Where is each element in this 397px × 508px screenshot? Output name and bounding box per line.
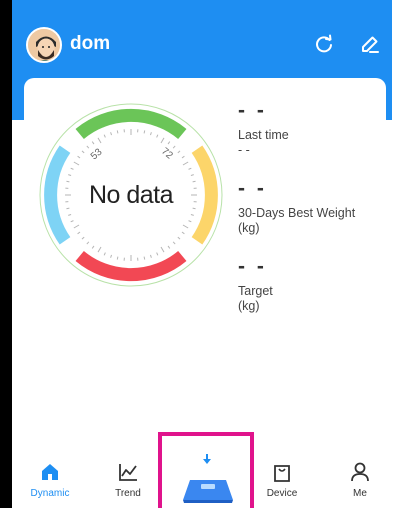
stat-value: - - (238, 99, 267, 122)
gauge-tick (190, 174, 194, 177)
user-avatar[interactable] (26, 27, 62, 63)
gauge-tick (190, 213, 194, 216)
gauge-tick (77, 155, 81, 159)
gauge-tick (97, 137, 102, 144)
stat-label: Target (238, 284, 273, 298)
gauge-tick (103, 252, 106, 256)
trend-chart-icon (119, 464, 137, 481)
stat-value: - - (238, 177, 267, 200)
gauge-tick (181, 155, 185, 159)
gauge-tick (70, 167, 74, 170)
gauge-tick (172, 241, 176, 245)
gauge-tick (160, 137, 165, 144)
gauge-tick (182, 224, 189, 229)
app-screen: dom 53 72 No data - - Last time - - - - … (0, 0, 397, 508)
gauge-tick (86, 145, 90, 149)
stat-sub: (kg) (238, 299, 260, 313)
stat-sub: (kg) (238, 221, 260, 235)
edit-icon (362, 36, 379, 53)
username-label: dom (70, 33, 111, 54)
gauge-tick (110, 132, 113, 136)
arrow-down-icon (203, 454, 211, 464)
gauge-tick (68, 213, 72, 216)
nav-me-label: Me (353, 488, 367, 499)
stat-last-time: - - Last time - - (238, 100, 289, 158)
home-icon (42, 464, 58, 480)
stat-label: Last time (238, 128, 289, 142)
gauge-tick (181, 231, 185, 235)
gauge-tick (77, 231, 81, 235)
scale-icon (183, 480, 233, 503)
gauge-tick (188, 220, 192, 223)
gauge-tick (149, 254, 152, 258)
gauge-tick (68, 174, 72, 177)
nav-trend-label: Trend (115, 488, 141, 499)
gauge-status-text: No data (88, 181, 174, 209)
gauge-tick (143, 256, 146, 260)
gauge-tick (91, 141, 95, 145)
gauge-tick-label-right: 72 (159, 146, 175, 162)
gauge-tick (81, 236, 85, 240)
gauge-tick (156, 134, 159, 138)
gauge-tick (160, 246, 165, 253)
gauge-tick (182, 161, 189, 166)
window-edge (0, 0, 12, 508)
weight-summary-card: 53 72 No data - - Last time - - - - 30-D… (24, 78, 386, 450)
gauge-tick (81, 150, 85, 154)
stat-target: - - Target (kg) (238, 256, 273, 314)
nav-dynamic-label: Dynamic (30, 488, 70, 499)
gauge-tick (110, 254, 113, 258)
person-icon (351, 462, 369, 482)
nav-device[interactable]: Device (252, 460, 312, 499)
stat-best-weight: - - 30-Days Best Weight (kg) (238, 178, 355, 236)
nav-dynamic[interactable]: Dynamic (20, 460, 80, 499)
shopping-bag-icon (274, 465, 290, 482)
gauge-tick (86, 241, 90, 245)
edit-button[interactable] (357, 32, 383, 58)
gauge-tick (116, 130, 119, 134)
nav-me[interactable]: Me (330, 460, 390, 499)
gauge-tick (103, 134, 106, 138)
nav-device-label: Device (266, 488, 298, 499)
gauge-tick (116, 256, 119, 260)
nav-trend[interactable]: Trend (98, 460, 158, 499)
gauge-tick (149, 132, 152, 136)
refresh-icon (316, 34, 332, 53)
gauge-tick (70, 220, 74, 223)
gauge-tick (172, 145, 176, 149)
gauge-tick-label-left: 53 (89, 146, 105, 162)
stat-label: 30-Days Best Weight (238, 206, 356, 220)
gauge-tick (91, 245, 95, 249)
gauge-tick (167, 245, 171, 249)
gauge-tick (73, 224, 80, 229)
gauge-tick (97, 246, 102, 253)
stat-value: - - (238, 255, 267, 278)
gauge-tick (188, 167, 192, 170)
gauge-tick (143, 130, 146, 134)
gauge-tick (156, 252, 159, 256)
stat-sub: - - (238, 143, 250, 157)
weigh-button[interactable] (158, 432, 254, 508)
sync-button[interactable] (311, 32, 337, 58)
gauge-tick (177, 150, 181, 154)
gauge-tick (73, 161, 80, 166)
gauge-tick (177, 236, 181, 240)
gauge-tick (167, 141, 171, 145)
